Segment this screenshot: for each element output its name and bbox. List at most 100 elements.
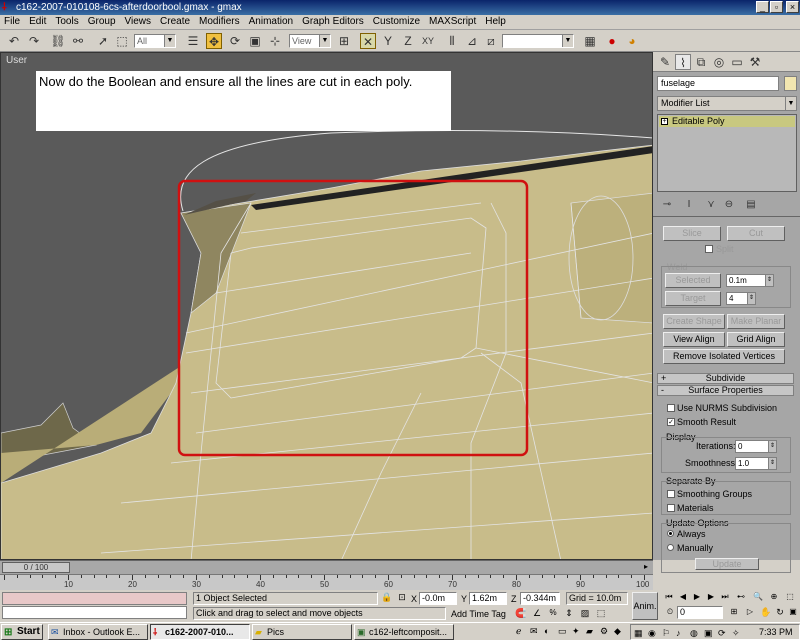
named-selection-dropdown[interactable]: ▼ bbox=[502, 34, 574, 48]
cut-button[interactable]: Cut bbox=[727, 226, 785, 241]
maxscript-listener-bottom[interactable] bbox=[2, 606, 187, 619]
surface-properties-rollout[interactable]: - Surface Properties bbox=[657, 385, 794, 396]
tray-display-icon[interactable]: ▣ bbox=[704, 626, 713, 640]
y-coordinate[interactable]: 1.62m bbox=[469, 592, 507, 605]
snap-toggle-icon[interactable]: 🧲 bbox=[515, 607, 527, 619]
quicklaunch-app-icon[interactable]: ✦ bbox=[572, 626, 580, 637]
view-align-button[interactable]: View Align bbox=[663, 332, 725, 347]
menu-maxscript[interactable]: MAXScript bbox=[425, 15, 481, 29]
motion-tab-icon[interactable]: ◎ bbox=[711, 54, 727, 70]
pivot-center-icon[interactable]: ⊹ bbox=[267, 33, 283, 49]
weld-threshold-spinner[interactable]: 0.1m ⇕ bbox=[726, 274, 774, 287]
material-editor-icon[interactable]: ▦ bbox=[582, 33, 598, 49]
render-icon[interactable]: ● bbox=[604, 33, 620, 49]
anim-button[interactable]: Anim. bbox=[632, 592, 658, 620]
menu-views[interactable]: Views bbox=[121, 15, 157, 29]
absolute-mode-icon[interactable]: ⊡ bbox=[396, 592, 408, 605]
next-frame-icon[interactable]: ▸ bbox=[640, 561, 652, 573]
pan-icon[interactable]: ✋ bbox=[760, 607, 772, 619]
smoothing-groups-checkbox[interactable] bbox=[667, 490, 675, 498]
select-rotate-icon[interactable]: ⟳ bbox=[227, 33, 243, 49]
quicklaunch-mail-icon[interactable]: ✉ bbox=[530, 626, 538, 637]
time-slider-thumb[interactable]: 0 / 100 bbox=[2, 562, 70, 573]
time-config-icon[interactable]: ⏲ bbox=[664, 607, 676, 619]
display-tab-icon[interactable]: ▭ bbox=[729, 54, 745, 70]
target-pixels-spinner[interactable]: 4 ⇕ bbox=[726, 292, 756, 305]
select-move-icon[interactable]: ✥ bbox=[206, 33, 222, 49]
object-name-field[interactable]: fuselage bbox=[657, 76, 779, 91]
tray-network-icon[interactable]: ▦ bbox=[634, 626, 643, 640]
viewport-label[interactable]: User bbox=[6, 55, 27, 66]
hierarchy-tab-icon[interactable]: ⧉ bbox=[693, 54, 709, 70]
next-frame-icon[interactable]: ▶ bbox=[705, 592, 717, 604]
z-coordinate[interactable]: -0.344m bbox=[520, 592, 560, 605]
use-pivot-icon[interactable]: ⊞ bbox=[336, 33, 352, 49]
current-frame-field[interactable]: 0 bbox=[677, 606, 723, 619]
mirror-icon[interactable]: ⫴ bbox=[444, 33, 460, 49]
pin-stack-icon[interactable]: ⊸ bbox=[659, 197, 675, 213]
expand-icon[interactable]: + bbox=[661, 118, 668, 125]
tray-volume-icon[interactable]: ♪ bbox=[676, 626, 681, 640]
task-outlook[interactable]: ✉ Inbox - Outlook E... bbox=[48, 624, 148, 640]
link-icon[interactable]: ⛓ bbox=[50, 33, 66, 49]
zoom-extents-icon[interactable]: ⬚ bbox=[784, 592, 796, 604]
quicklaunch-tool-icon[interactable]: ⚙ bbox=[600, 626, 608, 637]
undo-icon[interactable]: ↶ bbox=[6, 33, 22, 49]
menu-graph-editors[interactable]: Graph Editors bbox=[298, 15, 369, 29]
task-pics[interactable]: ▰ Pics bbox=[252, 624, 352, 640]
always-radio[interactable] bbox=[667, 530, 674, 537]
redo-icon[interactable]: ↷ bbox=[26, 33, 42, 49]
task-gmax[interactable]: ⸸ c162-2007-010... bbox=[150, 624, 250, 640]
prev-frame-icon[interactable]: ◀ bbox=[677, 592, 689, 604]
materials-checkbox[interactable] bbox=[667, 504, 675, 512]
select-by-name-icon[interactable]: ☰ bbox=[185, 33, 201, 49]
close-button[interactable]: × bbox=[786, 1, 799, 13]
select-scale-icon[interactable]: ▣ bbox=[247, 33, 263, 49]
menu-create[interactable]: Create bbox=[156, 15, 195, 29]
create-tab-icon[interactable]: ✎ bbox=[657, 54, 673, 70]
manually-radio[interactable] bbox=[667, 544, 674, 551]
menu-tools[interactable]: Tools bbox=[51, 15, 83, 29]
fov-icon[interactable]: ▷ bbox=[744, 607, 756, 619]
menu-group[interactable]: Group bbox=[84, 15, 121, 29]
quicklaunch-media-icon[interactable]: ◐ bbox=[544, 626, 549, 636]
viewport-user[interactable]: User Now do the Boolean and ensure all t… bbox=[0, 52, 653, 560]
tray-shield-icon[interactable]: ◉ bbox=[648, 626, 656, 640]
region-zoom-icon[interactable]: ⊞ bbox=[728, 607, 740, 619]
modify-tab-icon[interactable]: ⌇ bbox=[675, 54, 691, 70]
use-nurms-checkbox[interactable] bbox=[667, 404, 675, 412]
menu-customize[interactable]: Customize bbox=[369, 15, 425, 29]
spinner-arrows-icon[interactable]: ⇕ bbox=[747, 293, 755, 304]
remove-modifier-icon[interactable]: ⊖ bbox=[721, 197, 737, 213]
tray-update-icon[interactable]: ⟳ bbox=[718, 626, 726, 640]
lock-selection-icon[interactable]: 🔒 bbox=[381, 592, 393, 605]
zoom-icon[interactable]: 🔍 bbox=[752, 592, 764, 604]
menu-help[interactable]: Help bbox=[481, 15, 511, 29]
quicklaunch-extra-icon[interactable]: ◆ bbox=[614, 626, 621, 637]
axis-constraint-icon[interactable]: ✕ bbox=[360, 33, 376, 49]
degrade-override-icon[interactable]: ⬚ bbox=[595, 607, 607, 619]
arc-rotate-icon[interactable]: ↻ bbox=[774, 607, 786, 619]
make-planar-button[interactable]: Make Planar bbox=[727, 314, 785, 329]
smoothness-spinner[interactable]: 1.0 ⇕ bbox=[735, 457, 777, 470]
spinner-arrows-icon[interactable]: ⇕ bbox=[768, 458, 776, 469]
object-color-swatch[interactable] bbox=[784, 76, 797, 91]
menu-animation[interactable]: Animation bbox=[245, 15, 298, 29]
region-select-icon[interactable]: ⬚ bbox=[114, 33, 130, 49]
menu-edit[interactable]: Edit bbox=[25, 15, 51, 29]
quicklaunch-folder-icon[interactable]: ▰ bbox=[586, 626, 593, 637]
quick-render-icon[interactable]: ◕ bbox=[624, 33, 640, 49]
window-crossing-icon[interactable]: ▨ bbox=[579, 607, 591, 619]
task-image-viewer[interactable]: ▣ c162-leftcomposit... bbox=[354, 624, 454, 640]
weld-target-button[interactable]: Target bbox=[665, 291, 721, 306]
add-time-tag[interactable]: Add Time Tag bbox=[451, 608, 506, 620]
track-bar[interactable]: 10 20 30 40 50 60 70 80 90 100 bbox=[0, 574, 653, 590]
goto-start-icon[interactable]: ⏮ bbox=[663, 592, 675, 604]
snap-icon[interactable]: ⧄ bbox=[483, 33, 499, 49]
stack-item-editable-poly[interactable]: + Editable Poly bbox=[659, 116, 795, 127]
start-button[interactable]: ⊞ Start bbox=[1, 624, 43, 640]
reference-coordinate-dropdown[interactable]: View ▼ bbox=[289, 34, 331, 48]
tray-misc-icon[interactable]: ✧ bbox=[732, 626, 740, 640]
unlink-icon[interactable]: ⚯ bbox=[70, 33, 86, 49]
select-object-icon[interactable]: ➚ bbox=[95, 33, 111, 49]
